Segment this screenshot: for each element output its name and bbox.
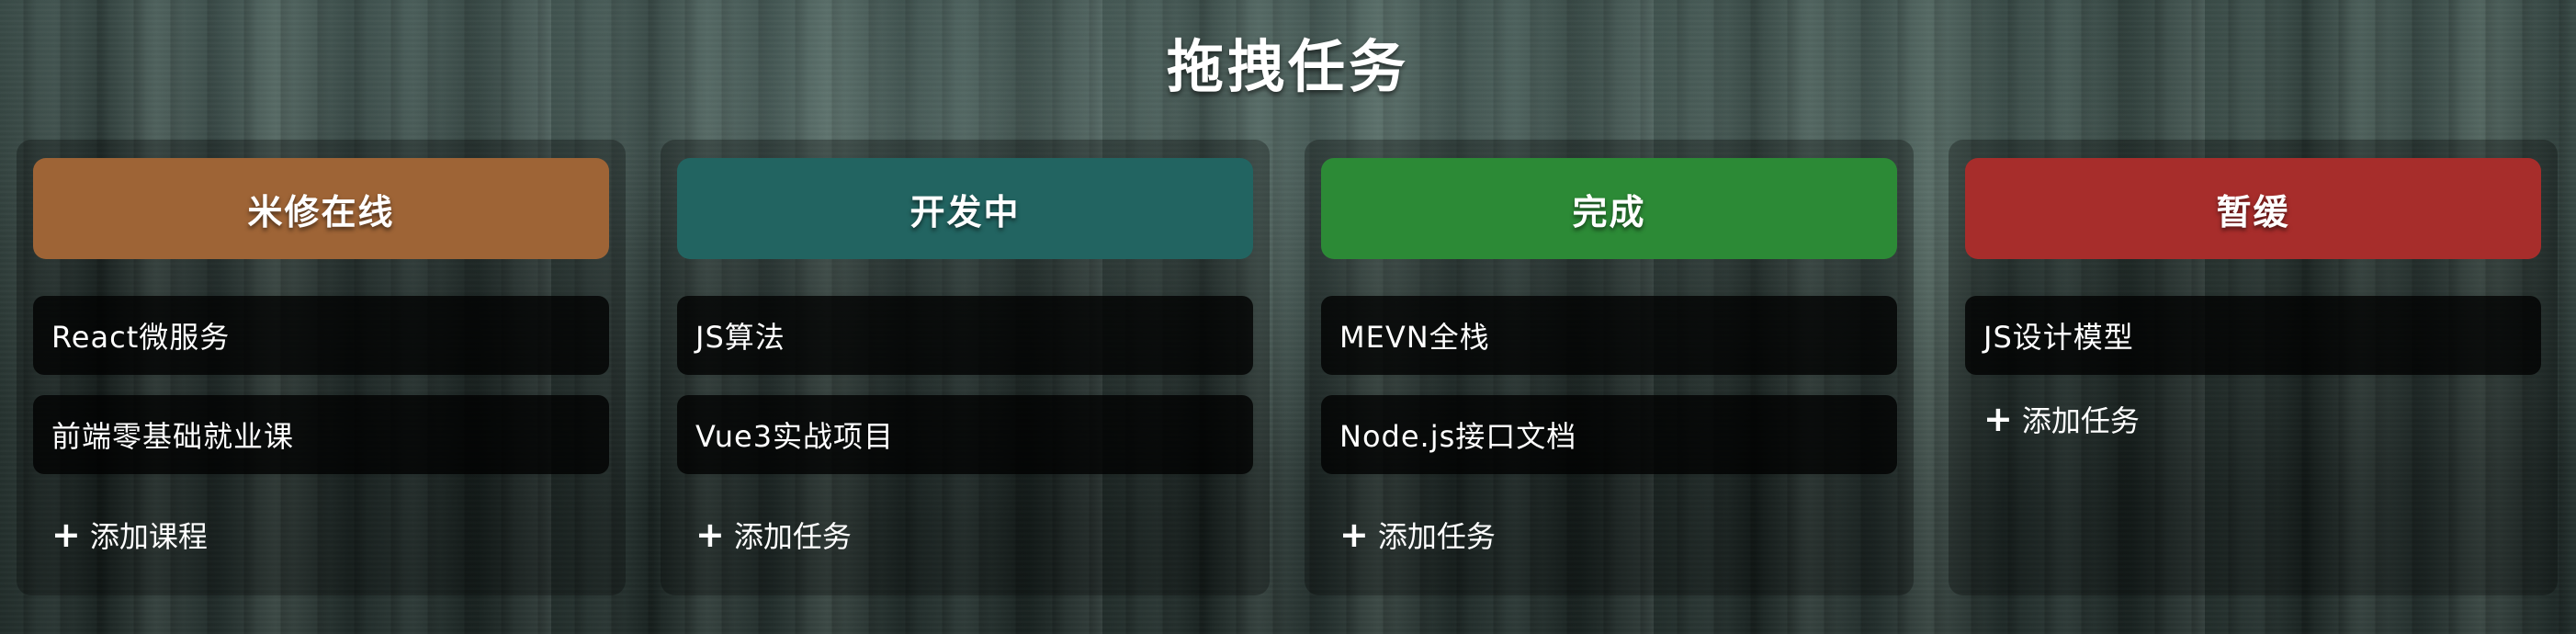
column-on-hold[interactable]: 暂缓 JS设计模型 + 添加任务 [1949, 140, 2558, 595]
task-card[interactable]: 前端零基础就业课 [33, 395, 609, 474]
page-title: 拖拽任务 [1166, 33, 1409, 100]
plus-icon: + [695, 515, 725, 555]
add-task-button[interactable]: + 添加任务 [1965, 375, 2541, 467]
task-card[interactable]: React微服务 [33, 296, 609, 375]
add-label: 添加任务 [733, 519, 852, 554]
add-task-button[interactable]: + 添加任务 [1321, 474, 1897, 595]
task-card[interactable]: Vue3实战项目 [677, 395, 1253, 474]
column-header: 米修在线 [33, 158, 609, 259]
task-card[interactable]: JS设计模型 [1965, 296, 2541, 375]
column-done[interactable]: 完成 MEVN全栈 Node.js接口文档 + 添加任务 [1305, 140, 1914, 595]
plus-icon: + [1339, 515, 1369, 555]
add-course-button[interactable]: + 添加课程 [33, 474, 609, 595]
column-header: 完成 [1321, 158, 1897, 259]
kanban-board: 米修在线 React微服务 前端零基础就业课 + 添加课程 开发中 JS算法 V… [17, 140, 2558, 595]
add-task-button[interactable]: + 添加任务 [677, 474, 1253, 595]
column-header: 暂缓 [1965, 158, 2541, 259]
kanban-app: 拖拽任务 米修在线 React微服务 前端零基础就业课 + 添加课程 开发中 J… [0, 0, 2576, 634]
task-card[interactable]: Node.js接口文档 [1321, 395, 1897, 474]
task-card[interactable]: JS算法 [677, 296, 1253, 375]
column-mixiu-online[interactable]: 米修在线 React微服务 前端零基础就业课 + 添加课程 [17, 140, 626, 595]
card-list: JS设计模型 [1965, 296, 2541, 375]
column-header: 开发中 [677, 158, 1253, 259]
card-list: MEVN全栈 Node.js接口文档 [1321, 296, 1897, 474]
plus-icon: + [1983, 399, 2013, 439]
column-in-development[interactable]: 开发中 JS算法 Vue3实战项目 + 添加任务 [661, 140, 1270, 595]
add-label: 添加课程 [89, 519, 208, 554]
card-list: JS算法 Vue3实战项目 [677, 296, 1253, 474]
add-label: 添加任务 [2021, 403, 2140, 438]
task-card[interactable]: MEVN全栈 [1321, 296, 1897, 375]
add-label: 添加任务 [1377, 519, 1496, 554]
card-list: React微服务 前端零基础就业课 [33, 296, 609, 474]
plus-icon: + [51, 515, 81, 555]
